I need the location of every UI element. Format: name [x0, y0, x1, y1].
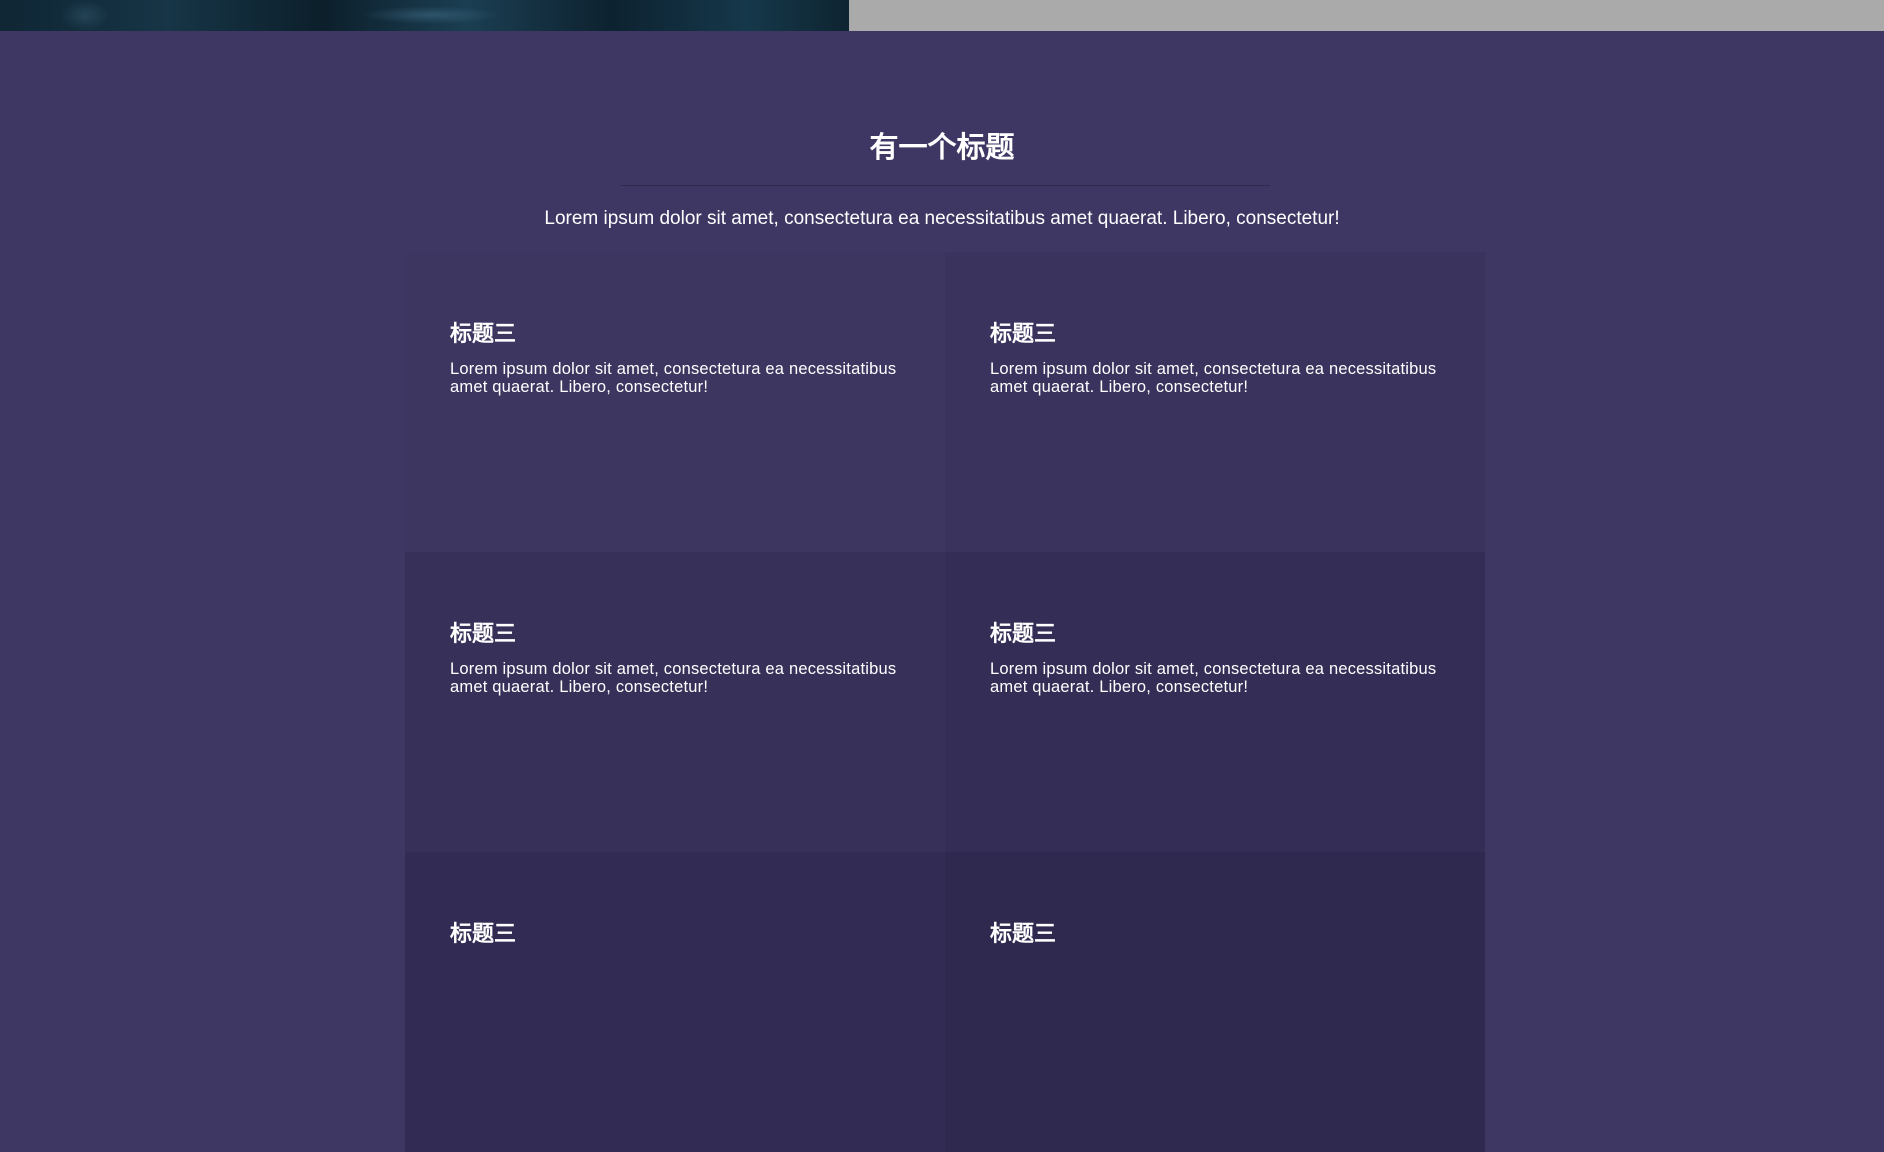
feature-card-text: Lorem ipsum dolor sit amet, consectetura… [450, 360, 897, 396]
feature-card-text: Lorem ipsum dolor sit amet, consectetura… [450, 660, 897, 696]
feature-card: 标题三 Lorem ipsum dolor sit amet, consecte… [945, 552, 1485, 852]
banner-gray-area [849, 0, 1884, 31]
feature-card-title: 标题三 [450, 621, 517, 646]
banner-image [0, 0, 849, 31]
top-banner [0, 0, 1884, 31]
feature-card-title: 标题三 [990, 321, 1057, 346]
title-divider [620, 185, 1270, 186]
feature-card: 标题三 Lorem ipsum dolor sit amet, consecte… [405, 252, 945, 552]
feature-card-title: 标题三 [450, 321, 517, 346]
feature-card-text: Lorem ipsum dolor sit amet, consectetura… [990, 360, 1437, 396]
feature-grid: 标题三 Lorem ipsum dolor sit amet, consecte… [405, 252, 1485, 1152]
feature-card: 标题三 Lorem ipsum dolor sit amet, consecte… [405, 552, 945, 852]
feature-card-text: Lorem ipsum dolor sit amet, consectetura… [990, 660, 1437, 696]
section-title: 有一个标题 [869, 132, 1015, 164]
feature-card: 标题三 [945, 852, 1485, 1152]
section-subtitle: Lorem ipsum dolor sit amet, consectetura… [544, 208, 1340, 229]
feature-card-title: 标题三 [990, 621, 1057, 646]
feature-card: 标题三 Lorem ipsum dolor sit amet, consecte… [945, 252, 1485, 552]
feature-card: 标题三 [405, 852, 945, 1152]
